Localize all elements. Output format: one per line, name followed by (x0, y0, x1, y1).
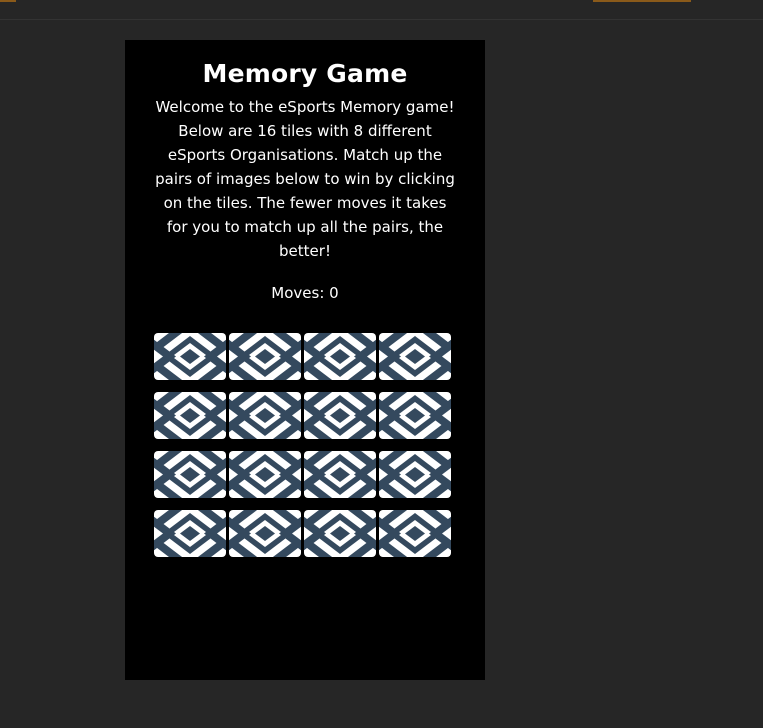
diamond-pattern-icon (229, 333, 301, 380)
game-panel: Memory Game Welcome to the eSports Memor… (125, 40, 485, 680)
diamond-pattern-icon (304, 392, 376, 439)
memory-tile[interactable] (154, 451, 226, 498)
diamond-pattern-icon (379, 392, 451, 439)
diamond-pattern-icon (154, 333, 226, 380)
memory-tile[interactable] (154, 392, 226, 439)
diamond-pattern-icon (154, 510, 226, 557)
diamond-pattern-icon (154, 392, 226, 439)
diamond-pattern-icon (154, 451, 226, 498)
memory-tile[interactable] (229, 392, 301, 439)
diamond-pattern-icon (379, 333, 451, 380)
memory-tile[interactable] (229, 510, 301, 557)
diamond-pattern-icon (229, 451, 301, 498)
top-bar (0, 0, 763, 20)
diamond-pattern-icon (229, 392, 301, 439)
diamond-pattern-icon (379, 451, 451, 498)
memory-tile[interactable] (229, 333, 301, 380)
intro-text: Welcome to the eSports Memory game! Belo… (155, 98, 455, 260)
memory-tile[interactable] (304, 451, 376, 498)
memory-tile[interactable] (154, 333, 226, 380)
memory-tile[interactable] (304, 392, 376, 439)
top-accent-right (593, 0, 691, 2)
memory-tile[interactable] (379, 451, 451, 498)
diamond-pattern-icon (229, 510, 301, 557)
page-title: Memory Game (202, 59, 408, 88)
moves-label: Moves: (271, 284, 325, 302)
memory-tile[interactable] (304, 333, 376, 380)
diamond-pattern-icon (304, 333, 376, 380)
memory-tile[interactable] (379, 510, 451, 557)
memory-tile[interactable] (379, 333, 451, 380)
moves-counter: Moves: 0 (125, 281, 485, 305)
memory-tile[interactable] (304, 510, 376, 557)
moves-value: 0 (329, 284, 339, 302)
diamond-pattern-icon (379, 510, 451, 557)
memory-tile[interactable] (229, 451, 301, 498)
top-accent-left (0, 0, 16, 2)
diamond-pattern-icon (304, 510, 376, 557)
tile-grid (154, 333, 454, 557)
memory-tile[interactable] (379, 392, 451, 439)
memory-tile[interactable] (154, 510, 226, 557)
diamond-pattern-icon (304, 451, 376, 498)
